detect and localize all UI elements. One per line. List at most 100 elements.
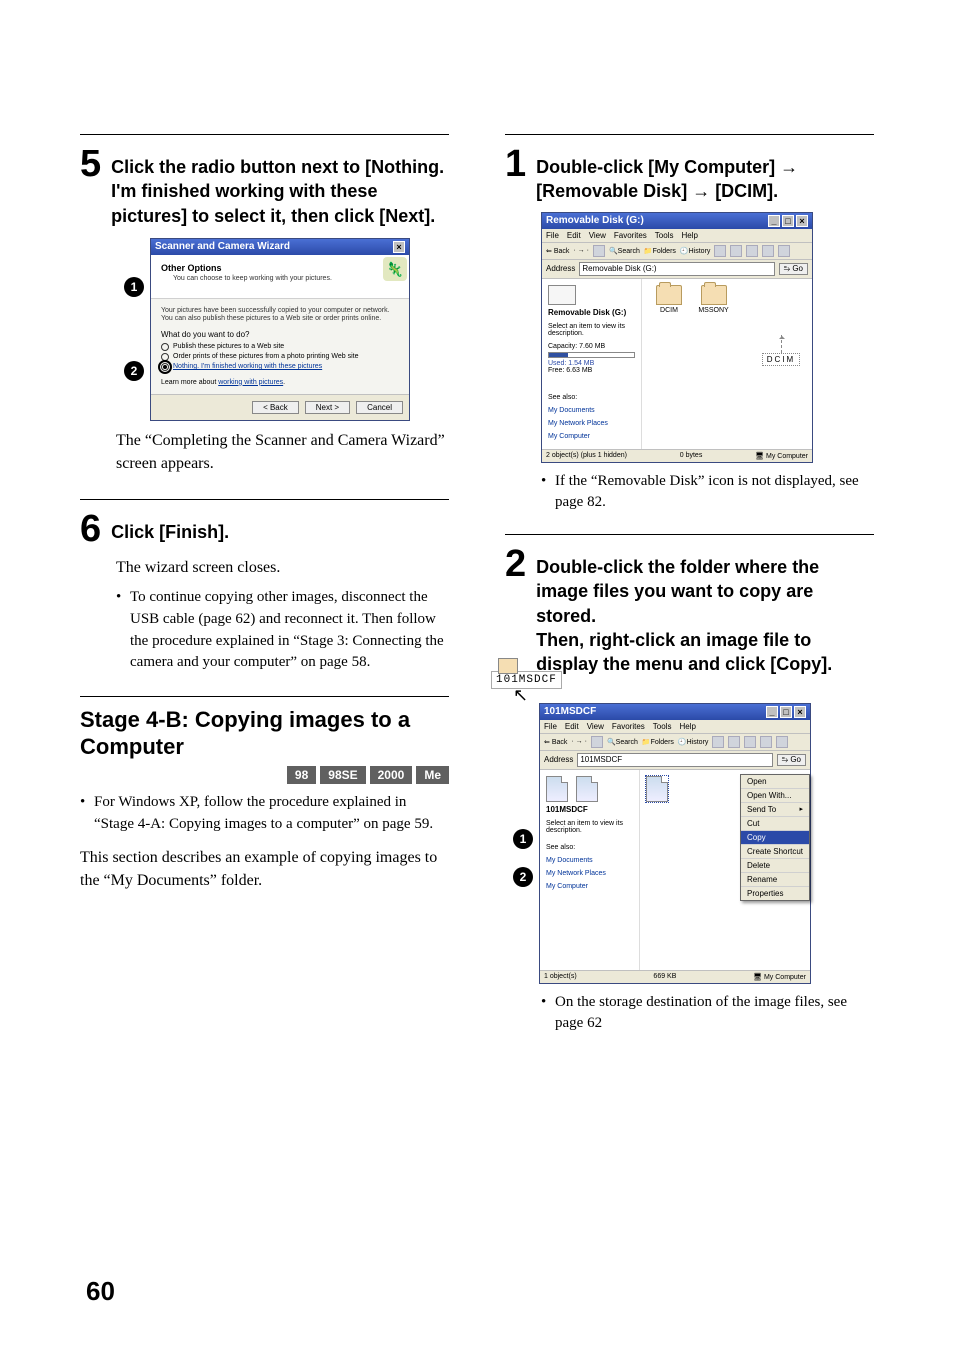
menu-item[interactable]: File bbox=[544, 722, 557, 731]
explorer1-menubar: File Edit View Favorites Tools Help bbox=[542, 229, 812, 243]
menu-item[interactable]: Help bbox=[681, 231, 697, 240]
menu-item[interactable]: Tools bbox=[653, 722, 672, 731]
up-icon[interactable] bbox=[593, 245, 605, 257]
toolbar-icon[interactable] bbox=[778, 245, 790, 257]
stage-note-list: For Windows XP, follow the procedure exp… bbox=[80, 792, 449, 836]
link-mycomputer[interactable]: My Computer bbox=[546, 883, 633, 890]
search-button[interactable]: 🔍Search bbox=[607, 738, 638, 746]
up-icon[interactable] bbox=[591, 736, 603, 748]
toolbar-icon[interactable] bbox=[744, 736, 756, 748]
minimize-icon[interactable]: _ bbox=[766, 706, 778, 718]
go-button[interactable]: ⥱ Go bbox=[777, 754, 806, 766]
radio-order[interactable]: Order prints of these pictures from a ph… bbox=[161, 353, 399, 361]
maximize-icon[interactable]: □ bbox=[780, 706, 792, 718]
stage-4b-heading: Stage 4-B: Copying images to a Computer bbox=[80, 707, 449, 760]
folders-button[interactable]: 📁Folders bbox=[642, 738, 674, 746]
toolbar-icon[interactable] bbox=[762, 245, 774, 257]
menu-item[interactable]: View bbox=[589, 231, 606, 240]
back-button[interactable]: ⇐ Back bbox=[546, 247, 569, 255]
left-pane-title: Removable Disk (G:) bbox=[548, 309, 635, 318]
close-icon[interactable]: × bbox=[794, 706, 806, 718]
divider bbox=[80, 499, 449, 500]
divider bbox=[505, 534, 874, 535]
ctx-cut[interactable]: Cut bbox=[741, 817, 809, 831]
ctx-sendto[interactable]: Send To bbox=[741, 803, 809, 817]
radio-publish[interactable]: Publish these pictures to a Web site bbox=[161, 343, 399, 351]
back-button[interactable]: ⇐ Back bbox=[544, 738, 567, 746]
address-input[interactable] bbox=[579, 262, 774, 276]
history-button[interactable]: 🕘History bbox=[678, 738, 709, 746]
ctx-shortcut[interactable]: Create Shortcut bbox=[741, 845, 809, 859]
menu-item[interactable]: View bbox=[587, 722, 604, 731]
menu-item[interactable]: Help bbox=[679, 722, 695, 731]
menu-item[interactable]: Edit bbox=[565, 722, 579, 731]
link-mycomputer[interactable]: My Computer bbox=[548, 433, 635, 440]
divider bbox=[80, 134, 449, 135]
folder-dcim[interactable]: DCIM bbox=[648, 285, 690, 314]
maximize-icon[interactable]: □ bbox=[782, 215, 794, 227]
stage-body: This section describes an example of cop… bbox=[80, 846, 449, 892]
history-button[interactable]: 🕘History bbox=[680, 247, 711, 255]
image-file-selected[interactable] bbox=[646, 776, 668, 802]
close-icon[interactable]: × bbox=[796, 215, 808, 227]
link-mydocs[interactable]: My Documents bbox=[546, 857, 633, 864]
link-network[interactable]: My Network Places bbox=[548, 420, 635, 427]
toolbar-icon[interactable] bbox=[746, 245, 758, 257]
toolbar-icon[interactable] bbox=[730, 245, 742, 257]
toolbar-icon[interactable] bbox=[714, 245, 726, 257]
menu-item[interactable]: Edit bbox=[567, 231, 581, 240]
toolbar-icon[interactable] bbox=[776, 736, 788, 748]
explorer2-toolbar: ⇐ Back · → · 🔍Search 📁Folders 🕘History bbox=[540, 734, 810, 751]
folders-button[interactable]: 📁Folders bbox=[644, 247, 676, 255]
explorer2-body: 101MSDCF Select an item to view its desc… bbox=[540, 770, 810, 970]
go-button[interactable]: ⥱ Go bbox=[779, 263, 808, 275]
menu-item[interactable]: Tools bbox=[655, 231, 674, 240]
step-6-note: To continue copying other images, discon… bbox=[116, 587, 449, 674]
explorer1-titlebar: Removable Disk (G:) _ □ × bbox=[542, 213, 812, 229]
wizard-info: Your pictures have been successfully cop… bbox=[161, 307, 399, 324]
explorer2-addressbar: Address ⥱ Go bbox=[540, 751, 810, 770]
step-2-text: Double-click the folder where the image … bbox=[536, 545, 874, 676]
link-network[interactable]: My Network Places bbox=[546, 870, 633, 877]
radio-nothing[interactable]: Nothing. I'm finished working with these… bbox=[161, 363, 399, 371]
wizard-heading: Other Options bbox=[161, 263, 399, 273]
menu-item[interactable]: Favorites bbox=[612, 722, 645, 731]
explorer1-title: Removable Disk (G:) bbox=[546, 215, 644, 226]
ctx-rename[interactable]: Rename bbox=[741, 873, 809, 887]
learn-link[interactable]: working with pictures bbox=[218, 379, 283, 386]
link-mydocs[interactable]: My Documents bbox=[548, 407, 635, 414]
explorer1-left-pane: Removable Disk (G:) Select an item to vi… bbox=[542, 279, 642, 449]
callout-1: 1 bbox=[124, 277, 144, 297]
next-button[interactable]: Next > bbox=[305, 401, 350, 414]
back-button[interactable]: < Back bbox=[252, 401, 299, 414]
ctx-open[interactable]: Open bbox=[741, 775, 809, 789]
ctx-openwith[interactable]: Open With... bbox=[741, 789, 809, 803]
toolbar-icon[interactable] bbox=[760, 736, 772, 748]
wizard-subheading: You can choose to keep working with your… bbox=[173, 275, 399, 282]
divider bbox=[80, 696, 449, 697]
explorer1-body: Removable Disk (G:) Select an item to vi… bbox=[542, 279, 812, 449]
wizard-titlebar: Scanner and Camera Wizard × bbox=[151, 239, 409, 255]
step-2-note: On the storage destination of the image … bbox=[541, 992, 874, 1036]
step-number: 5 bbox=[80, 145, 101, 183]
toolbar-icon[interactable] bbox=[728, 736, 740, 748]
ctx-delete[interactable]: Delete bbox=[741, 859, 809, 873]
step-1-note: If the “Removable Disk” icon is not disp… bbox=[541, 471, 874, 515]
explorer2-right-pane: Open Open With... Send To Cut Copy Creat… bbox=[640, 770, 810, 970]
menu-item[interactable]: Favorites bbox=[614, 231, 647, 240]
search-button[interactable]: 🔍Search bbox=[609, 247, 640, 255]
see-also-label: See also: bbox=[548, 394, 635, 401]
step-number: 6 bbox=[80, 510, 101, 548]
ctx-properties[interactable]: Properties bbox=[741, 887, 809, 900]
address-input[interactable] bbox=[577, 753, 772, 767]
explorer1-wrap: Removable Disk (G:) _ □ × File Edit View… bbox=[541, 212, 874, 463]
os-tag-row: 98 98SE 2000 Me bbox=[80, 766, 449, 784]
minimize-icon[interactable]: _ bbox=[768, 215, 780, 227]
cancel-button[interactable]: Cancel bbox=[356, 401, 403, 414]
menu-item[interactable]: File bbox=[546, 231, 559, 240]
ctx-copy[interactable]: Copy bbox=[741, 831, 809, 845]
folder-mssony[interactable]: MSSONY bbox=[693, 285, 735, 314]
close-icon[interactable]: × bbox=[393, 241, 405, 253]
step-6-notes: To continue copying other images, discon… bbox=[116, 587, 449, 674]
toolbar-icon[interactable] bbox=[712, 736, 724, 748]
